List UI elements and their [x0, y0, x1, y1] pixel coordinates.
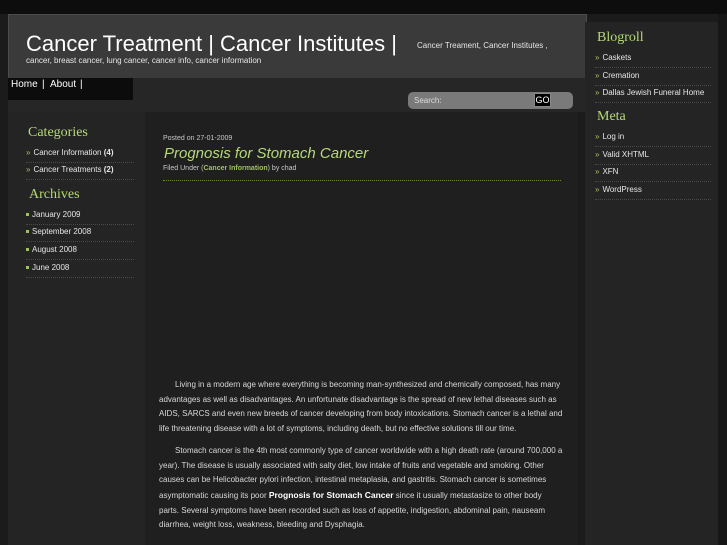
- bullet-icon: »: [595, 71, 600, 80]
- blogroll-item[interactable]: » Dallas Jewish Funeral Home: [595, 88, 704, 97]
- divider: [595, 102, 711, 103]
- bullet-icon: »: [26, 148, 31, 157]
- blogroll-item[interactable]: » Cremation: [595, 71, 639, 80]
- page-edge: [718, 14, 727, 545]
- post-divider: [163, 180, 561, 181]
- nav-menu-background-tail: [8, 94, 133, 100]
- left-sidebar: Categories » Cancer Information (4) » Canc…: [8, 112, 145, 545]
- meta-item-xfn[interactable]: » XFN: [595, 167, 618, 176]
- post-meta: Filed Under (Cancer Information) by chad: [163, 165, 296, 172]
- bullet-icon: »: [595, 185, 600, 194]
- post-paragraph: Living in a modern age where everything …: [159, 380, 563, 434]
- archive-item[interactable]: September 2008: [26, 227, 91, 236]
- category-item-cancer-treatments[interactable]: » Cancer Treatments (2): [26, 165, 114, 174]
- nav-separator: |: [42, 79, 45, 90]
- post-keyword: Prognosis for Stomach Cancer: [268, 489, 394, 500]
- divider: [595, 67, 711, 68]
- archives-title: Archives: [29, 187, 80, 202]
- bullet-icon: »: [595, 132, 600, 141]
- divider: [26, 277, 134, 278]
- blogroll-title: Blogroll: [597, 30, 644, 45]
- meta-label: Log in: [602, 132, 625, 141]
- search-go-button[interactable]: GO: [534, 93, 551, 107]
- archive-label: June 2008: [32, 263, 70, 272]
- meta-label: XFN: [602, 167, 619, 176]
- categories-title: Categories: [28, 125, 88, 140]
- blogroll-label: Caskets: [602, 53, 632, 62]
- category-name: Cancer Information: [33, 148, 102, 157]
- site-tagline: cancer, breast cancer, lung cancer, canc…: [26, 56, 262, 65]
- bullet-icon: [26, 213, 29, 217]
- blogroll-label: Cremation: [602, 71, 640, 80]
- post-date: Posted on 27-01-2009: [163, 135, 233, 142]
- site-header: Cancer Treatment | Cancer Institutes | C…: [8, 14, 587, 81]
- meta-item-valid-xhtml[interactable]: » Valid XHTML: [595, 150, 649, 159]
- post-title[interactable]: Prognosis for Stomach Cancer: [164, 145, 368, 162]
- bullet-icon: »: [595, 53, 600, 62]
- blogroll-item[interactable]: » Caskets: [595, 53, 631, 62]
- divider: [26, 259, 134, 260]
- site-title[interactable]: Cancer Treatment | Cancer Institutes |: [26, 31, 397, 57]
- nav-item-about[interactable]: About: [50, 79, 76, 90]
- search-box: GO: [408, 92, 573, 109]
- category-name: Cancer Treatments: [33, 165, 102, 174]
- meta-label: Valid XHTML: [602, 150, 649, 159]
- post-meta-prefix: Filed Under (: [163, 165, 204, 172]
- category-count: (4): [103, 148, 114, 157]
- archive-item[interactable]: June 2008: [26, 263, 69, 272]
- archive-label: January 2009: [32, 210, 81, 219]
- post-paragraph: Stomach cancer is the 4th most commonly …: [159, 444, 563, 533]
- divider: [595, 85, 711, 86]
- divider: [595, 164, 711, 165]
- bullet-icon: »: [595, 150, 600, 159]
- divider: [26, 224, 134, 225]
- site-description: Cancer Treament, Cancer Institutes ,: [417, 41, 548, 50]
- search-input[interactable]: [414, 94, 532, 107]
- post-body: Living in a modern age where everything …: [159, 378, 563, 540]
- divider: [26, 179, 134, 180]
- divider: [595, 146, 711, 147]
- bullet-icon: »: [26, 165, 31, 174]
- bullet-icon: [26, 248, 29, 252]
- meta-item-wordpress[interactable]: » WordPress: [595, 185, 642, 194]
- bullet-icon: [26, 230, 29, 234]
- category-count: (2): [103, 165, 114, 174]
- main-content: Posted on 27-01-2009 Prognosis for Stoma…: [145, 112, 578, 545]
- post-category-link[interactable]: Cancer Information: [203, 165, 267, 172]
- nav-separator: |: [80, 79, 83, 90]
- nav-bar: Home | About | GO: [8, 78, 585, 112]
- divider: [595, 199, 711, 200]
- archive-item[interactable]: August 2008: [26, 245, 77, 254]
- meta-label: WordPress: [602, 185, 642, 194]
- blogroll-label: Dallas Jewish Funeral Home: [602, 88, 705, 97]
- archive-label: September 2008: [32, 227, 92, 236]
- right-sidebar: Blogroll » Caskets » Cremation » Dallas Jew…: [585, 22, 718, 545]
- divider: [26, 162, 134, 163]
- bullet-icon: »: [595, 167, 600, 176]
- nav-item-home[interactable]: Home: [11, 79, 38, 90]
- meta-item-log-in[interactable]: » Log in: [595, 132, 624, 141]
- divider: [595, 181, 711, 182]
- category-item-cancer-information[interactable]: » Cancer Information (4): [26, 148, 114, 157]
- bullet-icon: »: [595, 88, 600, 97]
- archive-item[interactable]: January 2009: [26, 210, 80, 219]
- top-strip: [0, 0, 727, 14]
- post-meta-suffix: ) by chad: [267, 165, 297, 172]
- meta-title: Meta: [597, 109, 626, 124]
- bullet-icon: [26, 266, 29, 270]
- divider: [26, 241, 134, 242]
- archive-label: August 2008: [32, 245, 77, 254]
